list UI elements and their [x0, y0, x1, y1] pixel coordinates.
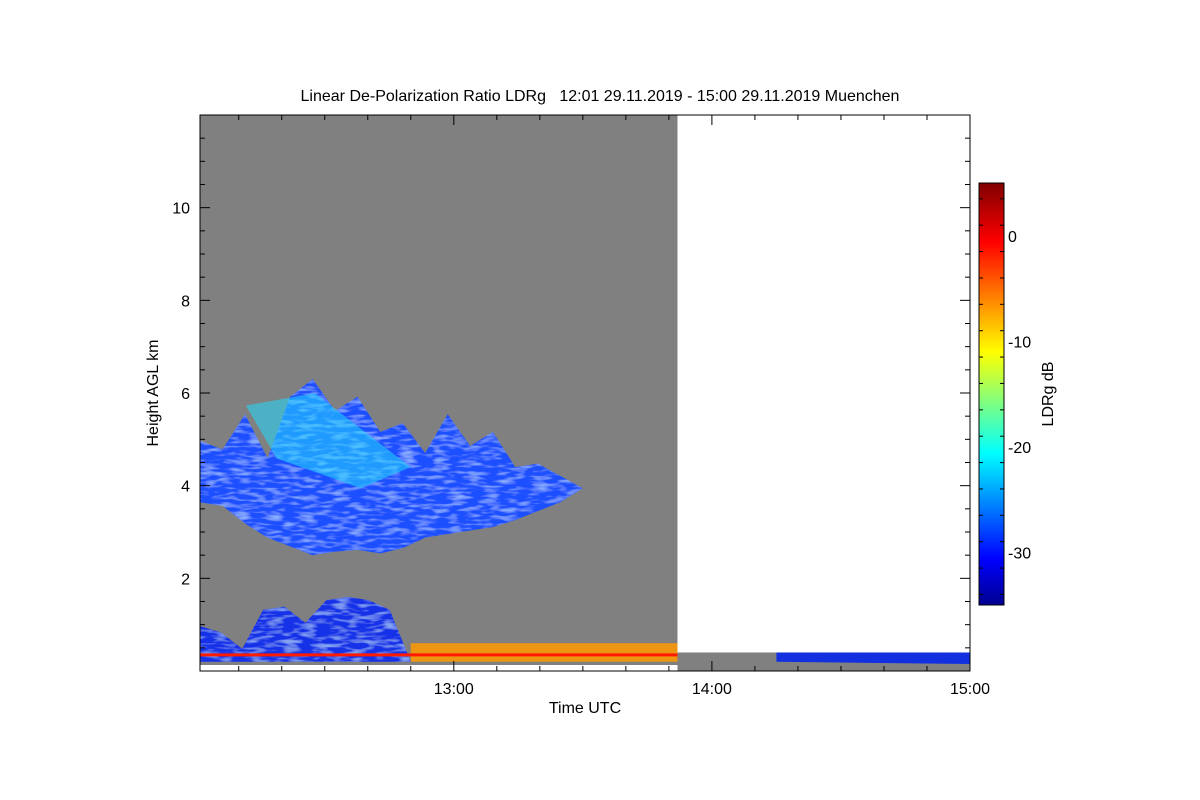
y-tick-label: 10: [172, 201, 190, 218]
near-surface-layer: [410, 643, 678, 662]
y-tick-label: 4: [181, 479, 190, 496]
colorbar-tick-label: -20: [1008, 440, 1031, 457]
y-axis-label: Height AGL km: [145, 339, 162, 446]
colorbar-label: LDRg dB: [1040, 362, 1057, 427]
colorbar-tick-labels: 0 -10 -20 -30: [1008, 229, 1031, 563]
y-tick-label: 8: [181, 293, 190, 310]
x-tick-label: 14:00: [692, 681, 732, 698]
colorbar-tick-label: -30: [1008, 545, 1031, 562]
y-tick-labels: 2 4 6 8 10: [172, 201, 190, 589]
no-data-gap: [677, 115, 970, 653]
colorbar-tick-label: -10: [1008, 334, 1031, 351]
near-surface-red-line: [200, 653, 678, 657]
heatmap-field: [200, 115, 970, 671]
y-tick-label: 6: [181, 386, 190, 403]
bottom-strip: [200, 665, 678, 671]
x-tick-labels: 13:00 14:00 15:00: [434, 681, 990, 698]
ldr-chart: 13:00 14:00 15:00 2 4 6 8 10 Time UTC Height A…: [145, 114, 1057, 717]
x-axis-label: Time UTC: [549, 700, 621, 717]
x-tick-label: 13:00: [434, 681, 474, 698]
colorbar-tick-label: 0: [1008, 229, 1017, 246]
y-tick-label: 2: [181, 571, 190, 588]
x-tick-label: 15:00: [950, 681, 990, 698]
